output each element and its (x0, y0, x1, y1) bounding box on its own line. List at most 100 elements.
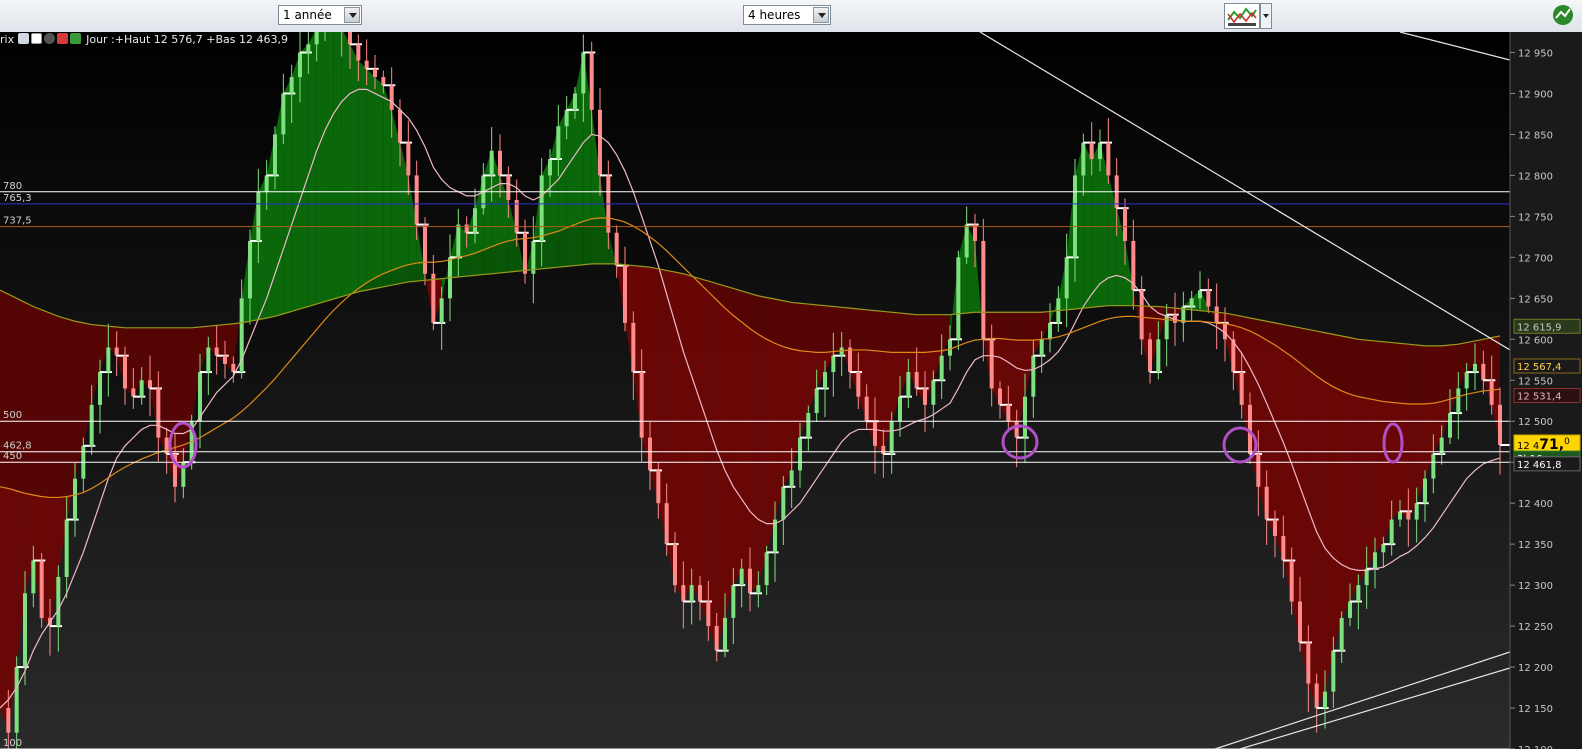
chevron-down-icon[interactable] (813, 7, 829, 23)
ma-band-segment (458, 255, 467, 278)
area-segment (1091, 142, 1100, 308)
area-segment (316, 32, 325, 305)
y-tick-label: 12 650 (1518, 294, 1553, 305)
candle-body (281, 93, 286, 135)
candle-body (1498, 404, 1502, 445)
close-circle-icon[interactable] (43, 33, 55, 44)
candle-body (748, 568, 752, 594)
candle-body (839, 347, 844, 356)
candle-body (1456, 388, 1461, 414)
wrench-icon[interactable] (17, 33, 29, 44)
y-tick-label: 12 800 (1518, 171, 1553, 182)
candle-body (806, 413, 811, 438)
ma-band-segment (833, 306, 842, 352)
level-label: 780 (3, 181, 22, 192)
candle-body (614, 232, 619, 266)
candle-body (831, 355, 836, 373)
y-tick-label: 12 900 (1518, 89, 1553, 100)
candle-body (306, 44, 311, 53)
candle-body (1014, 421, 1019, 438)
candle-body (1148, 339, 1152, 373)
ma-band-segment (400, 264, 409, 284)
candle-body (581, 52, 586, 94)
ma-band-segment (575, 221, 584, 266)
window-icon[interactable] (30, 33, 42, 44)
ma-band-segment (808, 304, 817, 353)
candle-body (689, 585, 694, 602)
y-tick-label: 12 750 (1518, 212, 1553, 223)
ma-band-segment (25, 302, 34, 495)
candle-body (823, 372, 827, 389)
candle-body (556, 126, 561, 160)
candle-body (1206, 290, 1211, 307)
candle-body (1139, 290, 1144, 340)
up-arrow-icon[interactable] (69, 33, 81, 44)
candle-body (739, 568, 744, 586)
candle-body (1406, 511, 1411, 520)
chart-indicator-button[interactable] (1224, 3, 1260, 29)
candle-body (473, 208, 477, 233)
period-select[interactable]: 1 année (278, 5, 362, 25)
ma-band-segment (208, 325, 217, 433)
candle-body (14, 667, 19, 733)
app-logo-icon (1553, 5, 1573, 25)
candle-body (756, 585, 761, 594)
candle-body (1298, 601, 1302, 643)
candle-body (514, 199, 519, 233)
ma-band-segment (1125, 305, 1134, 317)
ma-band-segment (816, 304, 825, 353)
area-segment (366, 68, 375, 291)
ma-band-segment (1200, 310, 1209, 323)
candle-body (1364, 568, 1369, 586)
candle-body (273, 134, 277, 176)
ma-band-segment (16, 298, 25, 494)
area-segment (733, 288, 742, 586)
ma-band-segment (775, 299, 784, 347)
ma-band-segment (875, 310, 884, 352)
y-tick-label: 12 200 (1518, 663, 1553, 674)
candle-body (764, 552, 769, 586)
ma-band-segment (1358, 339, 1367, 399)
candle-body (264, 175, 269, 192)
candle-body (539, 175, 544, 241)
chart-toolbar: 1 année 4 heures (0, 0, 1582, 33)
indicator-dropdown-button[interactable] (1260, 3, 1272, 29)
price-tag-text: 12 567,4 (1517, 362, 1562, 373)
ma-band-segment (1341, 336, 1350, 395)
candle-body (981, 240, 986, 340)
price-chart[interactable]: 780765,3 737,5 500 462,8450 100 12 950 12 900… (0, 32, 1582, 749)
ma-band-segment (66, 318, 75, 497)
ma-band-segment (858, 308, 867, 350)
candle-body (1414, 503, 1419, 520)
interval-select[interactable]: 4 heures (743, 5, 831, 25)
info-bar: rix Jour :+Haut 12 576,7 +Bas 12 463,9 (0, 33, 288, 49)
ma-band-segment (841, 307, 850, 351)
candle-body (1098, 142, 1102, 160)
candle-body (1089, 142, 1094, 160)
candle-body (1339, 617, 1344, 651)
y-tick-label: 12 250 (1518, 622, 1553, 633)
area-segment (750, 293, 759, 594)
ma-band-segment (491, 243, 500, 274)
ma-band-segment (891, 312, 900, 353)
y-tick-label: 12 400 (1518, 499, 1553, 510)
candle-body (989, 339, 994, 389)
candle-body (673, 544, 677, 586)
add-icon[interactable] (56, 33, 68, 44)
candle-body (1448, 413, 1452, 438)
candle-body (1264, 486, 1269, 520)
chevron-down-icon[interactable] (344, 7, 360, 23)
candle-body (956, 257, 961, 340)
ma-band-segment (475, 249, 484, 276)
candle-body (639, 372, 644, 438)
ma-band-segment (866, 309, 875, 351)
y-tick-label: 12 600 (1518, 335, 1553, 346)
candle-body (1381, 544, 1386, 553)
ma-band-segment (791, 302, 800, 351)
ma-band-segment (750, 293, 759, 335)
candle-body (23, 593, 27, 668)
y-tick-label: 12 350 (1518, 540, 1553, 551)
candle-body (1006, 404, 1011, 422)
candle-body (648, 437, 652, 471)
area-segment (308, 32, 317, 307)
